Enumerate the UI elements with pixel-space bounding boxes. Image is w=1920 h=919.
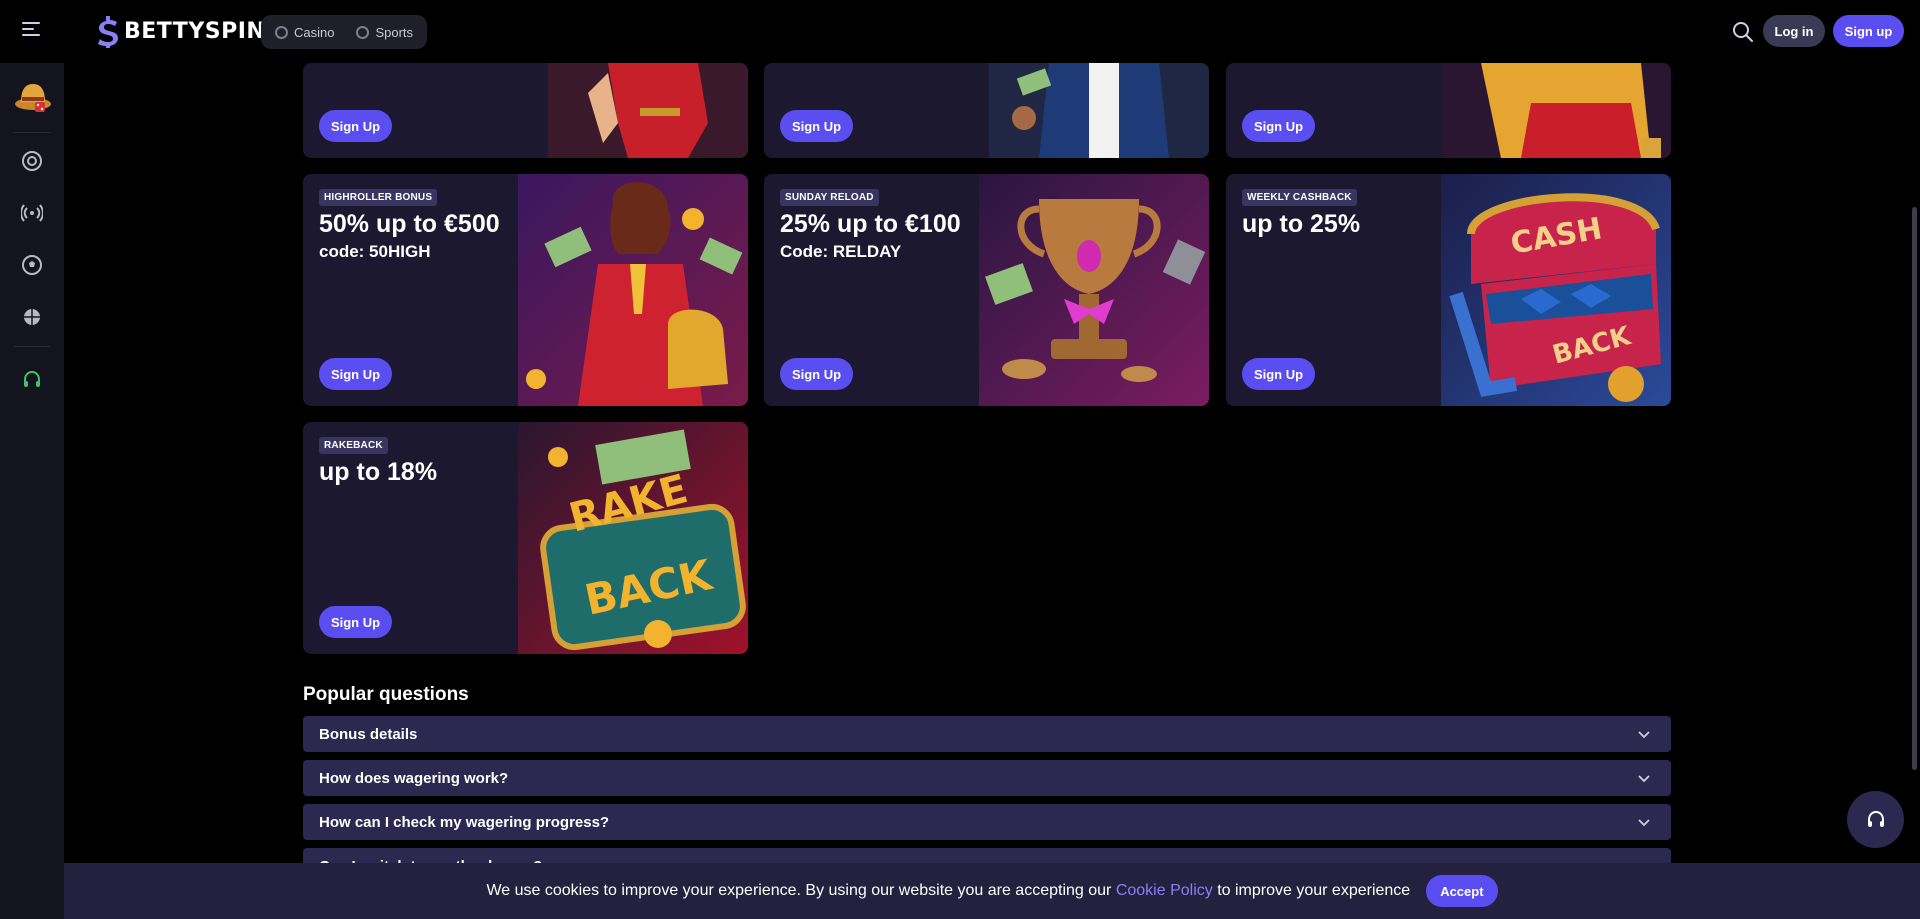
promo-signup-button[interactable]: Sign Up bbox=[319, 110, 392, 142]
casino-chip-icon[interactable] bbox=[21, 150, 43, 172]
faq-item[interactable]: How can I check my wagering progress? bbox=[303, 804, 1671, 840]
promo-badge: HIGHROLLER BONUS bbox=[319, 189, 438, 206]
menu-icon[interactable] bbox=[22, 22, 40, 36]
promo-badge: WEEKLY CASHBACK bbox=[1242, 189, 1357, 206]
chevron-down-icon bbox=[1638, 819, 1650, 827]
promo-signup-button[interactable]: Sign Up bbox=[1242, 110, 1315, 142]
cookie-accept-button[interactable]: Accept bbox=[1426, 875, 1498, 907]
faq-question: How does wagering work? bbox=[319, 769, 509, 787]
promo-code: code: 50HIGH bbox=[319, 242, 431, 261]
promo-signup-button[interactable]: Sign Up bbox=[1242, 358, 1315, 390]
promo-card-rakeback: RAKE BACK RAKEBACK up to 18% Sign Up bbox=[303, 422, 748, 654]
promo-badge: RAKEBACK bbox=[319, 437, 388, 454]
search-icon[interactable] bbox=[1732, 21, 1754, 43]
sports-icon bbox=[356, 25, 370, 39]
promo-card: Sign Up bbox=[303, 63, 748, 158]
faq-item[interactable]: Bonus details bbox=[303, 716, 1671, 752]
promo-signup-button[interactable]: Sign Up bbox=[780, 358, 853, 390]
promo-card: Sign Up bbox=[764, 63, 1209, 158]
promo-headline: 50% up to €500 bbox=[319, 210, 500, 238]
promo-code: Code: RELDAY bbox=[780, 242, 902, 261]
promo-signup-button[interactable]: Sign Up bbox=[780, 110, 853, 142]
promo-card: Sign Up bbox=[1226, 63, 1671, 158]
promo-headline: up to 18% bbox=[319, 458, 438, 486]
casino-icon bbox=[275, 25, 288, 39]
logo-mark-icon bbox=[98, 16, 118, 48]
top-nav: Casino Sports bbox=[261, 15, 428, 49]
promo-card-weekly-cashback: CASH BACK WEEKLY CASHBACK up to 25% Sign… bbox=[1226, 174, 1671, 406]
live-broadcast-icon[interactable] bbox=[21, 202, 43, 224]
highroller-woman-art bbox=[518, 174, 748, 406]
logo-text: BETTYSPIN bbox=[124, 18, 266, 44]
cookie-banner: We use cookies to improve your experienc… bbox=[64, 863, 1920, 919]
rakeback-sign-art: RAKE BACK bbox=[518, 422, 748, 654]
cookie-text-after: to improve your experience bbox=[1217, 882, 1411, 899]
nav-sports[interactable]: Sports bbox=[348, 18, 421, 46]
faq-question: How can I check my wagering progress? bbox=[319, 813, 610, 831]
basketball-icon[interactable] bbox=[21, 306, 43, 328]
page-scrollbar[interactable] bbox=[1912, 207, 1917, 770]
nav-casino-label: Casino bbox=[294, 24, 335, 40]
promo-headline: 25% up to €100 bbox=[780, 210, 961, 238]
cashback-chest-art: CASH BACK bbox=[1441, 174, 1671, 406]
cookie-policy-link[interactable]: Cookie Policy bbox=[1116, 882, 1213, 899]
promo-badge: SUNDAY RELOAD bbox=[780, 189, 879, 206]
hat-avatar-icon[interactable] bbox=[13, 80, 53, 114]
promo-headline: up to 25% bbox=[1242, 210, 1361, 238]
promo-signup-button[interactable]: Sign Up bbox=[319, 358, 392, 390]
top-bar: BETTYSPIN Casino Sports Log in Sign up bbox=[0, 0, 1920, 63]
login-button[interactable]: Log in bbox=[1763, 15, 1825, 47]
chevron-down-icon bbox=[1638, 775, 1650, 783]
sidebar-divider bbox=[14, 346, 50, 347]
trophy-art bbox=[979, 174, 1209, 406]
promo-signup-button[interactable]: Sign Up bbox=[319, 606, 392, 638]
sidebar-divider bbox=[14, 132, 50, 133]
soccer-ball-icon[interactable] bbox=[21, 254, 43, 276]
logo[interactable]: BETTYSPIN bbox=[96, 14, 265, 48]
faq-question: Bonus details bbox=[319, 725, 418, 743]
sidebar bbox=[0, 63, 64, 919]
support-chat-button[interactable] bbox=[1847, 791, 1904, 848]
nav-casino[interactable]: Casino bbox=[267, 18, 342, 46]
faq-item[interactable]: How does wagering work? bbox=[303, 760, 1671, 796]
chevron-down-icon bbox=[1638, 731, 1650, 739]
man-with-money-art bbox=[989, 63, 1209, 158]
woman-in-gold-art bbox=[1441, 63, 1671, 158]
headset-icon bbox=[1867, 810, 1884, 827]
faq-title: Popular questions bbox=[303, 684, 469, 705]
cookie-text-before: We use cookies to improve your experienc… bbox=[486, 882, 1112, 899]
woman-in-red-art bbox=[548, 63, 748, 158]
nav-sports-label: Sports bbox=[375, 24, 414, 40]
cookie-text: We use cookies to improve your experienc… bbox=[486, 882, 1410, 900]
support-headset-icon[interactable] bbox=[21, 369, 43, 391]
promo-card-sunday-reload: SUNDAY RELOAD 25% up to €100 Code: RELDA… bbox=[764, 174, 1209, 406]
promo-card-highroller: HIGHROLLER BONUS 50% up to €500 code: 50… bbox=[303, 174, 748, 406]
signup-button[interactable]: Sign up bbox=[1833, 15, 1904, 47]
